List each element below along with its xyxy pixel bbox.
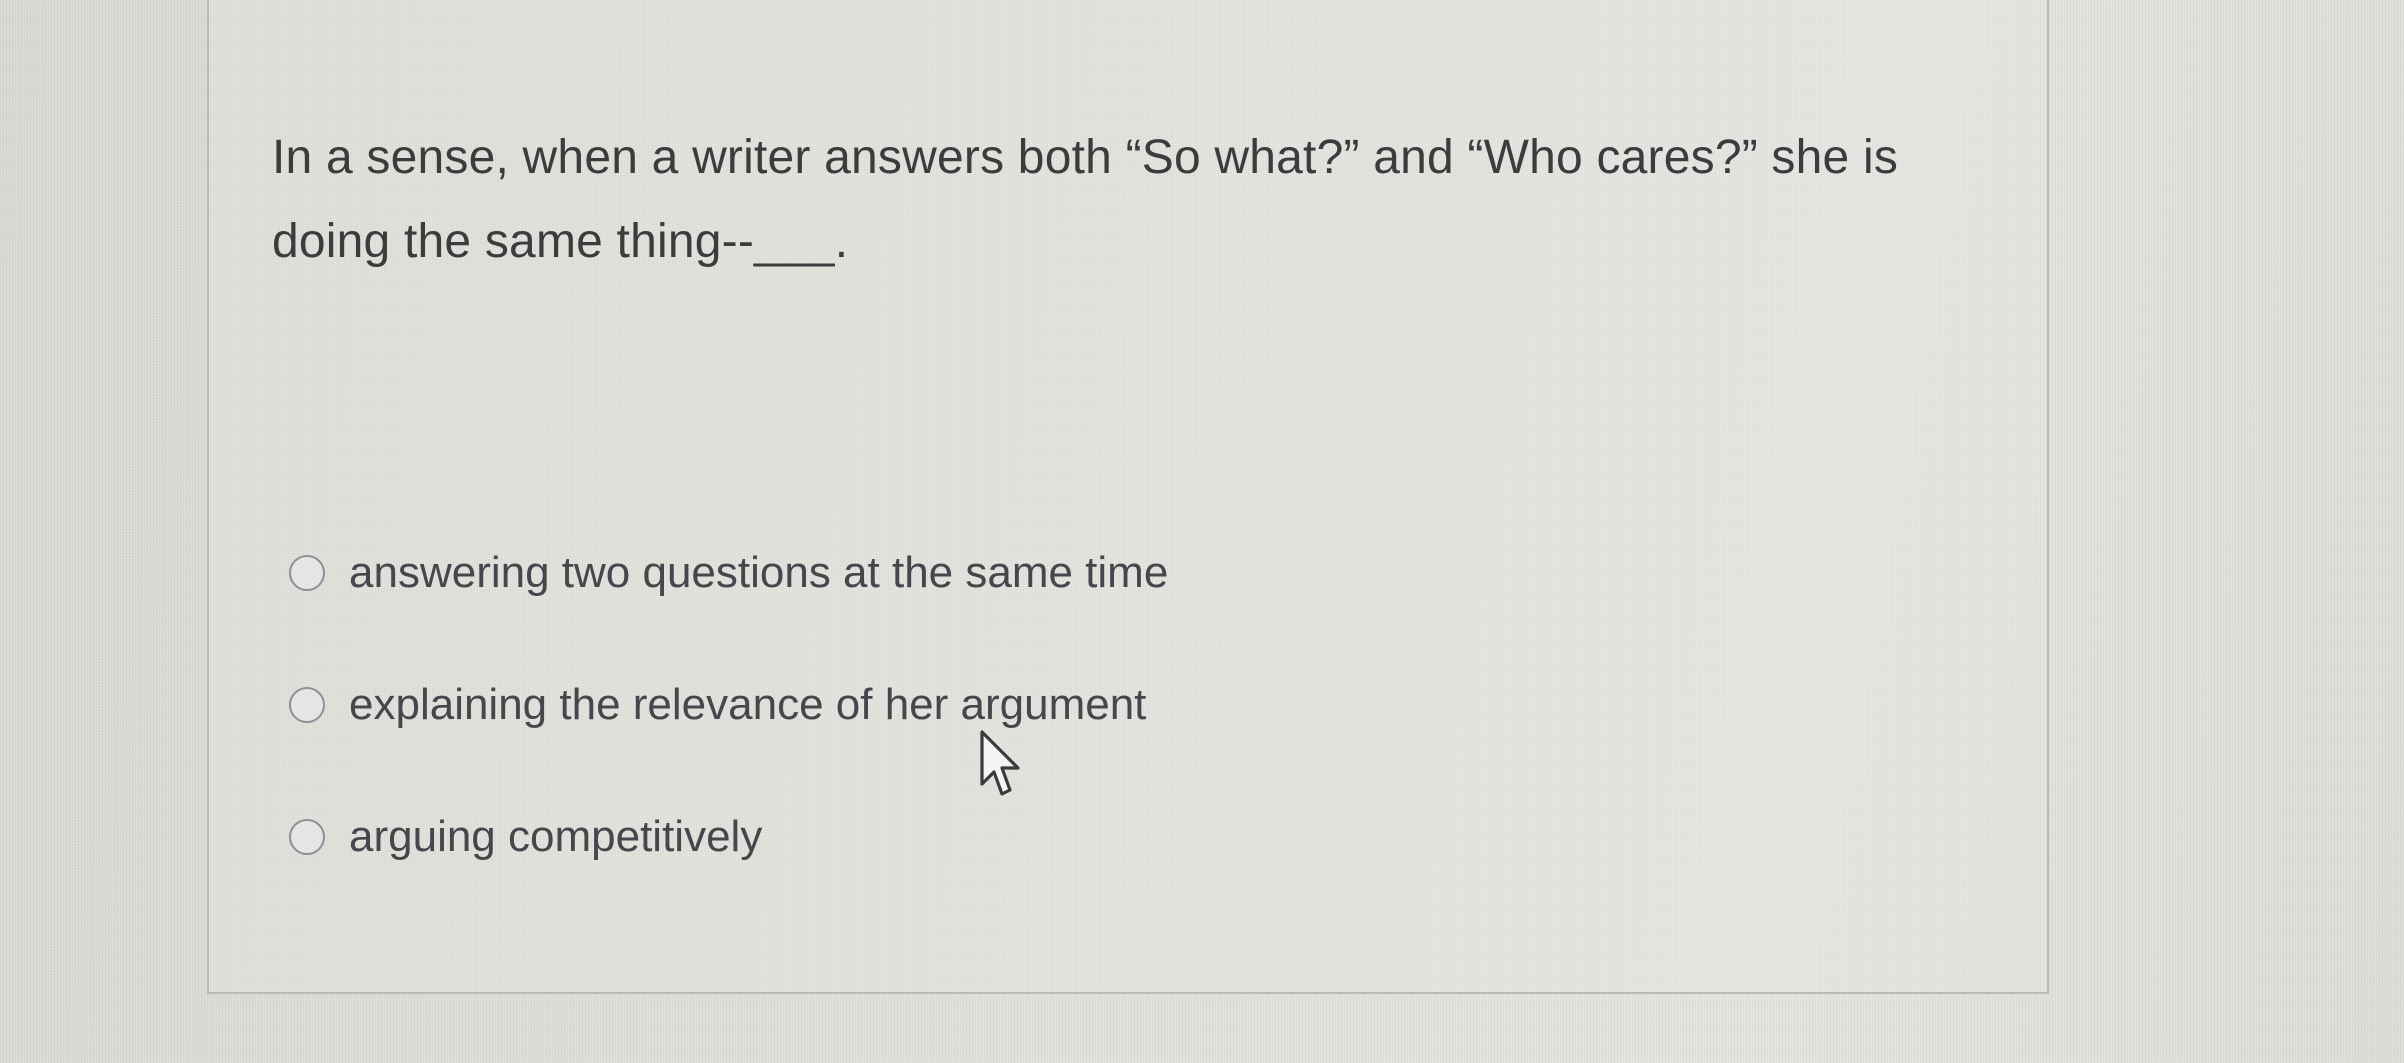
question-card: In a sense, when a writer answers both “… xyxy=(207,0,2049,994)
answer-label: explaining the relevance of her argument xyxy=(349,680,1147,729)
radio-unchecked-icon[interactable] xyxy=(289,555,325,591)
radio-unchecked-icon[interactable] xyxy=(289,819,325,855)
question-text: In a sense, when a writer answers both “… xyxy=(272,131,1899,268)
mouse-pointer-icon xyxy=(980,730,1020,796)
answer-label: answering two questions at the same time xyxy=(349,548,1169,597)
answer-option-2[interactable]: explaining the relevance of her argument xyxy=(289,675,1168,735)
answer-option-1[interactable]: answering two questions at the same time xyxy=(289,543,1168,603)
answer-label: arguing competitively xyxy=(349,812,763,861)
radio-unchecked-icon[interactable] xyxy=(289,687,325,723)
answer-options: answering two questions at the same time… xyxy=(289,543,1168,939)
answer-option-3[interactable]: arguing competitively xyxy=(289,807,1168,867)
